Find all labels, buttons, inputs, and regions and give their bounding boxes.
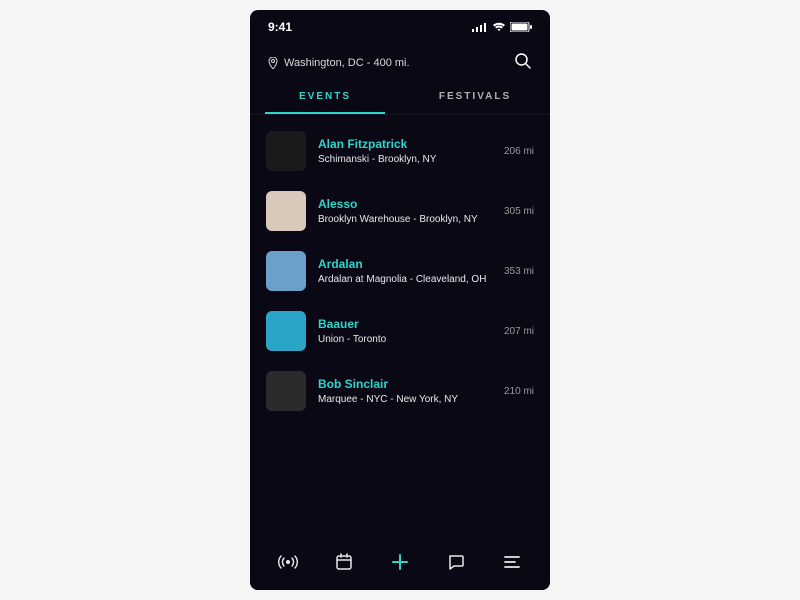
tab-festivals[interactable]: FESTIVALS: [400, 81, 550, 114]
signal-icon: [472, 22, 488, 32]
pin-icon: [268, 57, 278, 69]
artist-name: Ardalan: [318, 257, 492, 271]
list-item[interactable]: Alan Fitzpatrick Schimanski - Brooklyn, …: [250, 121, 550, 181]
event-info: Baauer Union - Toronto: [318, 317, 492, 345]
status-icons: [472, 22, 532, 32]
nav-calendar[interactable]: [326, 550, 362, 574]
distance-label: 210 mi: [504, 386, 534, 397]
plus-icon: [391, 553, 409, 571]
venue-text: Marquee - NYC - New York, NY: [318, 394, 492, 405]
artist-name: Alesso: [318, 197, 492, 211]
list-item[interactable]: Bob Sinclair Marquee - NYC - New York, N…: [250, 361, 550, 421]
artist-name: Baauer: [318, 317, 492, 331]
nav-chat[interactable]: [438, 550, 474, 574]
venue-text: Ardalan at Magnolia - Cleaveland, OH: [318, 274, 492, 285]
avatar: [266, 311, 306, 351]
chat-icon: [447, 553, 465, 571]
calendar-icon: [335, 553, 353, 571]
tab-events[interactable]: EVENTS: [250, 81, 400, 114]
location-row: Washington, DC - 400 mi.: [250, 38, 550, 81]
event-info: Alan Fitzpatrick Schimanski - Brooklyn, …: [318, 137, 492, 165]
search-icon: [514, 52, 532, 70]
venue-text: Union - Toronto: [318, 334, 492, 345]
status-time: 9:41: [268, 20, 292, 34]
broadcast-icon: [278, 554, 298, 570]
wifi-icon: [492, 22, 506, 32]
event-info: Alesso Brooklyn Warehouse - Brooklyn, NY: [318, 197, 492, 225]
list-item[interactable]: Ardalan Ardalan at Magnolia - Cleaveland…: [250, 241, 550, 301]
location-selector[interactable]: Washington, DC - 400 mi.: [268, 57, 410, 69]
list-item[interactable]: Alesso Brooklyn Warehouse - Brooklyn, NY…: [250, 181, 550, 241]
bottom-nav: [250, 536, 550, 590]
venue-text: Schimanski - Brooklyn, NY: [318, 154, 492, 165]
event-info: Bob Sinclair Marquee - NYC - New York, N…: [318, 377, 492, 405]
search-button[interactable]: [514, 52, 532, 73]
nav-add[interactable]: [382, 550, 418, 574]
venue-text: Brooklyn Warehouse - Brooklyn, NY: [318, 214, 492, 225]
menu-icon: [503, 555, 521, 569]
tabs: EVENTS FESTIVALS: [250, 81, 550, 115]
battery-icon: [510, 22, 532, 32]
distance-label: 207 mi: [504, 326, 534, 337]
avatar: [266, 371, 306, 411]
phone-frame: 9:41 Washington, DC - 400 mi. EVENTS FES…: [250, 10, 550, 590]
event-info: Ardalan Ardalan at Magnolia - Cleaveland…: [318, 257, 492, 285]
status-bar: 9:41: [250, 10, 550, 38]
avatar: [266, 191, 306, 231]
distance-label: 305 mi: [504, 206, 534, 217]
distance-label: 353 mi: [504, 266, 534, 277]
list-item[interactable]: Baauer Union - Toronto 207 mi: [250, 301, 550, 361]
artist-name: Alan Fitzpatrick: [318, 137, 492, 151]
nav-menu[interactable]: [494, 550, 530, 574]
events-list[interactable]: Alan Fitzpatrick Schimanski - Brooklyn, …: [250, 115, 550, 536]
artist-name: Bob Sinclair: [318, 377, 492, 391]
avatar: [266, 131, 306, 171]
nav-live[interactable]: [270, 550, 306, 574]
location-text: Washington, DC - 400 mi.: [284, 57, 410, 69]
distance-label: 206 mi: [504, 146, 534, 157]
avatar: [266, 251, 306, 291]
